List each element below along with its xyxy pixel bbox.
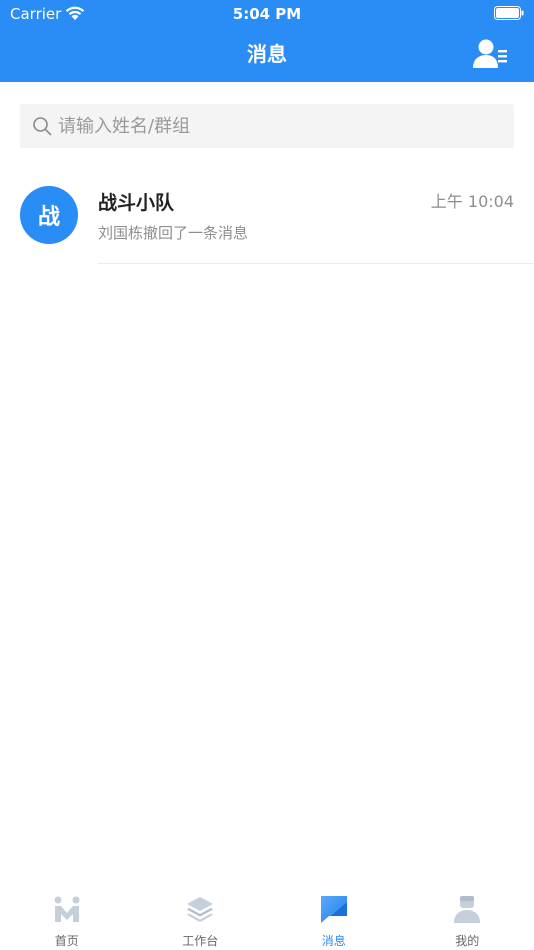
divider [98, 263, 534, 264]
search-input[interactable] [58, 115, 514, 137]
conversation-title: 战斗小队 [98, 192, 175, 214]
tab-home-label: 首页 [54, 934, 79, 948]
tab-message[interactable]: 消息 [267, 886, 401, 950]
tab-home[interactable]: 首页 [0, 886, 134, 950]
battery-icon [494, 6, 524, 20]
search-bar[interactable] [20, 104, 514, 148]
search-icon [33, 117, 52, 136]
status-bar: Carrier 5:04 PM [0, 0, 534, 28]
workbench-icon [187, 897, 214, 922]
tab-workbench[interactable]: 工作台 [134, 886, 268, 950]
message-icon [320, 896, 347, 923]
conversation-preview: 刘国栋撤回了一条消息 [98, 224, 249, 242]
page-title: 消息 [247, 42, 287, 66]
status-time: 5:04 PM [232, 5, 302, 23]
app-header: Carrier 5:04 PM 消息 [0, 0, 534, 82]
home-icon [54, 896, 80, 922]
tab-workbench-label: 工作台 [182, 934, 219, 948]
contacts-list-icon[interactable] [472, 38, 508, 70]
profile-icon [454, 896, 481, 923]
tab-profile[interactable]: 我的 [401, 886, 534, 950]
conversation-item[interactable]: 战 战斗小队 上午 10:04 刘国栋撤回了一条消息 [0, 166, 534, 264]
avatar: 战 [20, 186, 78, 244]
conversation-time: 上午 10:04 [430, 192, 514, 211]
tab-message-label: 消息 [321, 934, 346, 948]
tab-bar: 首页 工作台 消息 我的 [0, 886, 534, 950]
tab-profile-label: 我的 [455, 934, 480, 948]
